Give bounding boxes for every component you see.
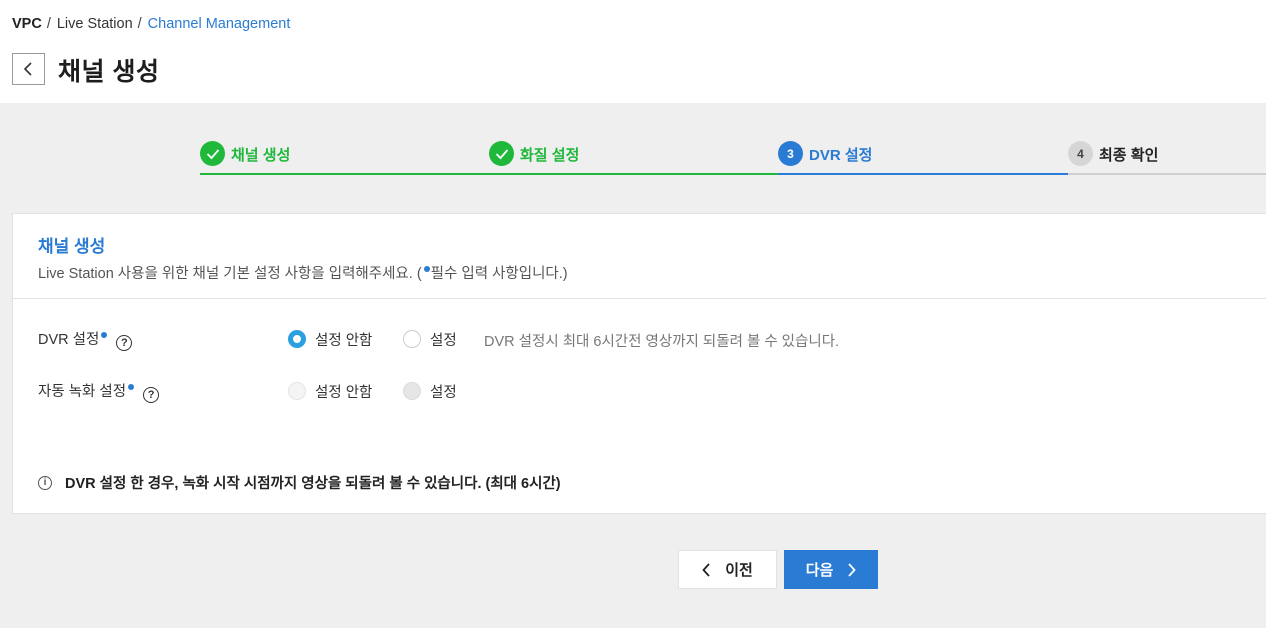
card-description-text: Live Station 사용을 위한 채널 기본 설정 사항을 입력해주세요.…: [38, 266, 422, 282]
dvr-setting-label: DVR 설정?: [38, 328, 133, 351]
check-icon: [200, 141, 225, 166]
auto-record-option-off: 설정 안함: [288, 378, 372, 404]
step-label: 화질 설정: [520, 147, 580, 164]
chevron-left-icon: [23, 62, 32, 76]
previous-button-label: 이전: [725, 562, 753, 579]
dvr-hint: DVR 설정시 최대 6시간전 영상까지 되돌려 볼 수 있습니다.: [484, 334, 840, 350]
step-number: 4: [1068, 141, 1093, 166]
step-1: 채널 생성: [200, 140, 489, 176]
radio-selected-icon[interactable]: [288, 330, 306, 348]
step-progress-bar: [778, 173, 1068, 175]
option-label: 설정: [430, 384, 457, 401]
step-label: 최종 확인: [1099, 147, 1159, 164]
divider: [13, 298, 1266, 299]
help-icon[interactable]: ?: [143, 387, 160, 403]
step-label: 채널 생성: [231, 147, 291, 164]
dvr-option-off[interactable]: 설정 안함: [288, 326, 372, 352]
step-3: 3 DVR 설정: [778, 140, 1068, 176]
stepper: 채널 생성 화질 설정 3 DVR 설정 4 최종 확인: [200, 140, 1266, 176]
info-icon: i: [38, 475, 52, 490]
breadcrumb-item-vpc[interactable]: VPC: [12, 16, 42, 32]
info-note: i DVR 설정 한 경우, 녹화 시작 시점까지 영상을 되돌려 볼 수 있습…: [38, 472, 561, 493]
card-description-text: 필수 입력 사항입니다.): [430, 266, 568, 282]
chevron-right-icon: [848, 562, 857, 577]
next-button[interactable]: 다음: [784, 550, 878, 589]
dvr-settings-card: 채널 생성 Live Station 사용을 위한 채널 기본 설정 사항을 입…: [12, 213, 1266, 514]
required-dot-icon: [101, 332, 108, 338]
dvr-setting-row: DVR 설정? 설정 안함 설정 DVR 설정시 최대 6시간전 영상까지 되돌…: [38, 326, 1238, 352]
step-progress-bar: [489, 173, 778, 175]
auto-record-option-on: 설정: [403, 378, 457, 404]
page-title: 채널 생성: [58, 58, 160, 86]
step-2: 화질 설정: [489, 140, 778, 176]
auto-record-label: 자동 녹화 설정?: [38, 380, 160, 403]
check-icon: [489, 141, 514, 166]
previous-button[interactable]: 이전: [678, 550, 777, 589]
info-note-text: DVR 설정 한 경우, 녹화 시작 시점까지 영상을 되돌려 볼 수 있습니다…: [65, 476, 561, 492]
help-icon[interactable]: ?: [116, 335, 133, 351]
breadcrumb: VPC / Live Station / Channel Management: [12, 16, 290, 32]
step-progress-bar: [200, 173, 489, 175]
required-dot-icon: [423, 266, 430, 272]
dvr-option-on[interactable]: 설정: [403, 326, 457, 352]
breadcrumb-separator: /: [137, 16, 142, 32]
card-description: Live Station 사용을 위한 채널 기본 설정 사항을 입력해주세요.…: [38, 262, 568, 283]
dvr-setting-label-text: DVR 설정: [38, 332, 100, 348]
radio-disabled-icon: [288, 382, 306, 400]
step-label: DVR 설정: [809, 147, 873, 164]
chevron-left-icon: [702, 562, 710, 577]
breadcrumb-item-channel-management[interactable]: Channel Management: [148, 16, 291, 32]
option-label: 설정: [430, 332, 457, 349]
header-area: VPC / Live Station / Channel Management …: [0, 0, 1266, 103]
back-button[interactable]: [12, 53, 45, 85]
card-title: 채널 생성: [38, 237, 106, 256]
step-number: 3: [778, 141, 803, 166]
radio-unselected-icon[interactable]: [403, 330, 421, 348]
option-label: 설정 안함: [315, 332, 373, 349]
breadcrumb-separator: /: [46, 16, 51, 32]
next-button-label: 다음: [805, 562, 834, 579]
required-dot-icon: [128, 384, 135, 390]
option-label: 설정 안함: [315, 384, 373, 401]
auto-record-row: 자동 녹화 설정? 설정 안함 설정: [38, 378, 1238, 404]
auto-record-label-text: 자동 녹화 설정: [38, 384, 127, 400]
step-4: 4 최종 확인: [1068, 140, 1266, 176]
breadcrumb-item-live-station[interactable]: Live Station: [57, 16, 133, 32]
step-progress-bar: [1068, 173, 1266, 175]
radio-disabled-icon: [403, 382, 421, 400]
